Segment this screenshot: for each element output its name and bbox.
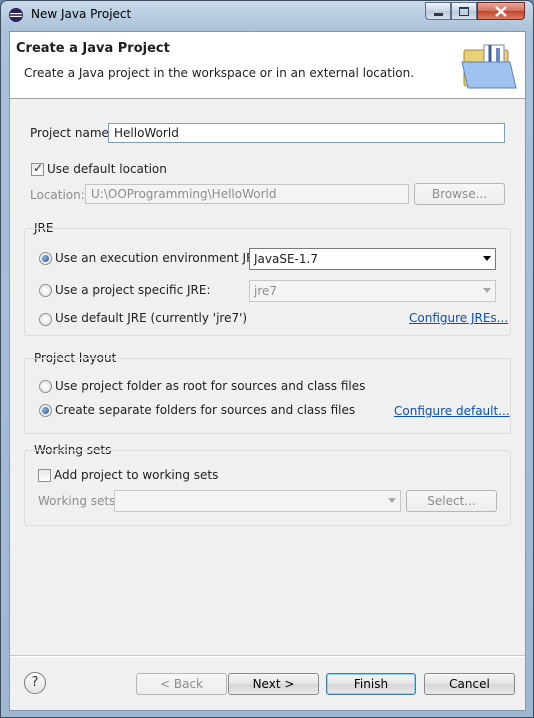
wizard-banner: Create a Java Project Create a Java proj…	[10, 32, 525, 99]
title-bar[interactable]: New Java Project	[1, 1, 533, 29]
location-input[interactable]: U:\OOProgramming\HelloWorld	[85, 184, 409, 204]
layout-project-root-label[interactable]: Use project folder as root for sources a…	[55, 379, 365, 393]
configure-jres-link[interactable]: Configure JREs...	[409, 311, 508, 325]
configure-default-link[interactable]: Configure default...	[394, 404, 510, 418]
checkmark-icon: ✓	[33, 161, 44, 175]
eclipse-icon	[9, 8, 23, 22]
chevron-down-icon	[483, 288, 491, 293]
dialog-content: Create a Java Project Create a Java proj…	[9, 31, 526, 711]
project-specific-jre-select[interactable]: jre7	[249, 280, 496, 302]
use-default-location-checkbox[interactable]: ✓	[31, 161, 44, 176]
jre-project-specific-radio[interactable]	[39, 284, 52, 297]
add-to-working-sets-label[interactable]: Add project to working sets	[54, 468, 218, 482]
location-label: Location:	[30, 188, 85, 202]
dialog-window: New Java Project Create a Java Project C…	[0, 0, 534, 718]
project-specific-jre-value: jre7	[254, 284, 278, 298]
finish-button[interactable]: Finish	[326, 673, 416, 695]
execution-environment-value: JavaSE-1.7	[254, 252, 318, 266]
chevron-down-icon	[388, 498, 396, 503]
close-icon	[495, 5, 507, 17]
jre-execution-environment-radio[interactable]	[39, 252, 52, 265]
cancel-button[interactable]: Cancel	[424, 673, 515, 695]
layout-separate-folders-radio[interactable]	[39, 404, 52, 417]
back-button[interactable]: < Back	[136, 673, 227, 695]
use-default-location-label[interactable]: Use default location	[47, 162, 167, 176]
maximize-button[interactable]	[451, 2, 477, 20]
layout-separate-folders-label[interactable]: Create separate folders for sources and …	[55, 403, 355, 417]
working-sets-label: Working sets:	[38, 494, 120, 508]
java-project-folder-icon	[461, 44, 517, 89]
working-sets-select[interactable]	[114, 490, 401, 512]
jre-project-specific-label[interactable]: Use a project specific JRE:	[55, 283, 211, 297]
next-button[interactable]: Next >	[228, 673, 319, 695]
execution-environment-select[interactable]: JavaSE-1.7	[249, 248, 496, 270]
page-title: Create a Java Project	[16, 41, 170, 56]
project-name-label: Project name:	[30, 126, 113, 140]
browse-button[interactable]: Browse...	[414, 183, 505, 205]
jre-default-label[interactable]: Use default JRE (currently 'jre7')	[55, 311, 247, 325]
working-sets-group	[24, 450, 511, 526]
minimize-icon	[433, 12, 443, 16]
select-working-sets-button[interactable]: Select...	[406, 490, 497, 512]
layout-project-root-radio[interactable]	[39, 380, 52, 393]
add-to-working-sets-checkbox[interactable]	[38, 469, 51, 482]
close-button[interactable]	[477, 2, 525, 20]
project-name-input[interactable]: HelloWorld	[108, 123, 505, 143]
jre-execution-environment-label[interactable]: Use an execution environment JRE:	[55, 251, 266, 265]
chevron-down-icon	[483, 256, 491, 261]
minimize-button[interactable]	[425, 2, 451, 20]
jre-default-radio[interactable]	[39, 313, 52, 326]
maximize-icon	[459, 6, 469, 16]
window-title: New Java Project	[31, 7, 132, 21]
footer-separator	[10, 655, 525, 657]
help-icon[interactable]: ?	[24, 672, 46, 694]
page-description: Create a Java project in the workspace o…	[24, 66, 415, 80]
project-layout-group	[24, 358, 511, 434]
